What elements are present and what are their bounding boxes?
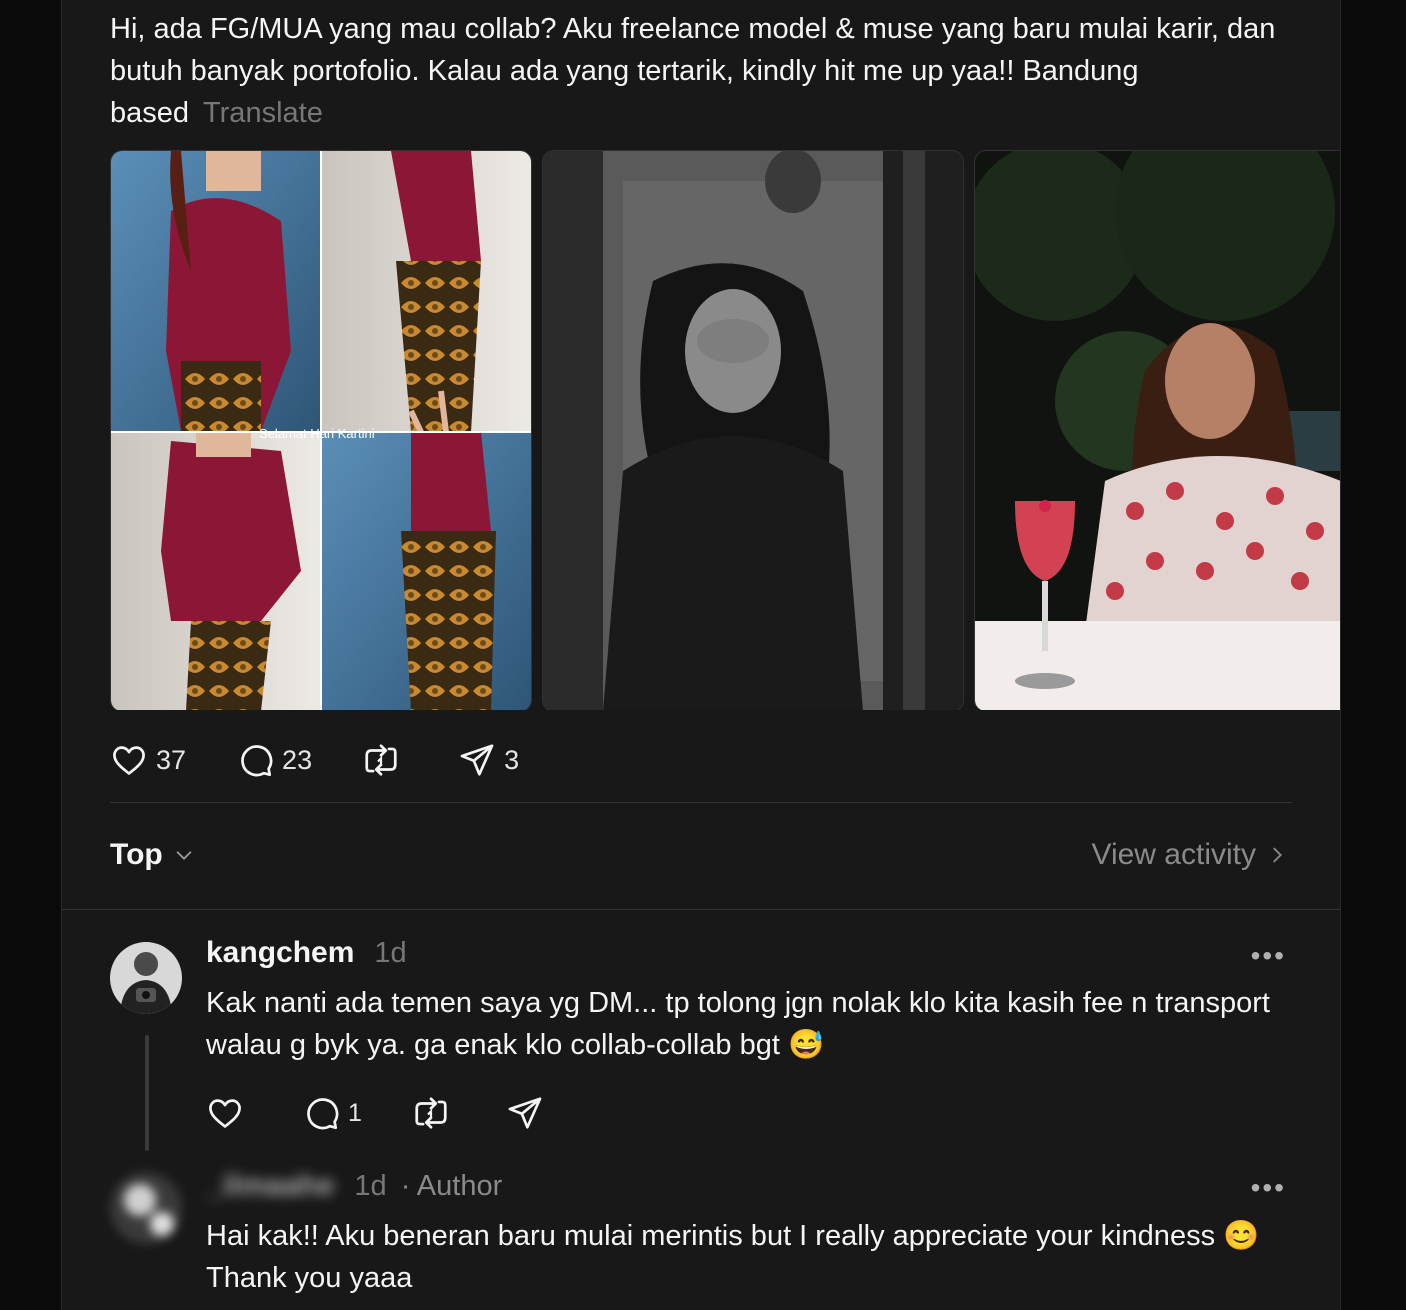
comment-reply-button[interactable]: 1 [302,1094,362,1132]
comment-header: _ilmaahe 1d · Author [206,1169,502,1203]
user-avatar-image [110,942,182,1014]
translate-link[interactable]: Translate [203,97,323,129]
heart-icon [113,746,145,775]
repost-icon [365,744,397,776]
view-activity-link[interactable]: View activity [1091,838,1288,872]
photo-caption: Selamat Hari Kartini [259,426,375,441]
divider [110,802,1292,803]
post-actions: 37 23 3 [110,738,519,782]
post-photo-3[interactable] [974,150,1340,710]
more-dots-icon[interactable]: ••• [1251,940,1286,972]
kebaya-collage-image: Selamat Hari Kartini [111,151,531,710]
sort-label: Top [110,838,163,871]
comment-username[interactable]: _ilmaahe [206,1169,334,1203]
comment-share-button[interactable] [506,1094,544,1132]
chevron-down-icon [176,851,192,860]
avatar[interactable] [110,1172,182,1244]
comment-time: 1d [374,937,407,969]
reply-count: 23 [282,744,313,775]
thread-panel: Hi, ada FG/MUA yang mau collab? Aku free… [61,0,1341,1310]
photo-gallery[interactable]: Selamat Hari Kartini [110,150,1340,710]
comment-reply-count: 1 [348,1098,362,1127]
post-photo-1[interactable]: Selamat Hari Kartini [110,150,532,710]
comment-time: 1d [354,1170,387,1202]
reply-button[interactable]: 23 [236,741,312,779]
sort-dropdown[interactable]: Top [110,838,195,872]
like-count: 37 [156,744,187,775]
chevron-right-icon [1273,847,1282,863]
share-count: 3 [504,744,520,775]
comment-text: Hai kak!! Aku beneran baru mulai merinti… [206,1220,1260,1294]
comment-like-button[interactable] [206,1094,244,1132]
send-icon [508,1097,542,1129]
comment-bubble-icon [307,1098,339,1130]
comment-bubble-icon [241,745,273,777]
post-photo-2[interactable] [542,150,964,710]
author-badge: · Author [400,1170,503,1202]
comment-header: kangchem 1d [206,936,407,970]
section-divider [62,909,1340,910]
view-activity-label: View activity [1091,838,1256,871]
repost-icon [415,1097,447,1129]
send-icon [460,744,494,776]
post-text: Hi, ada FG/MUA yang mau collab? Aku free… [110,8,1300,134]
comment-username[interactable]: kangchem [206,936,354,970]
comment-repost-button[interactable] [412,1094,450,1132]
user-avatar-image [110,1172,182,1244]
cafe-portrait-image [975,151,1340,710]
heart-icon [209,1099,241,1128]
thread-line [145,1035,149,1151]
more-dots-icon[interactable]: ••• [1251,1172,1286,1204]
grayscale-portrait-image [543,151,963,710]
comment-text: Kak nanti ada temen saya yg DM... tp tol… [206,987,1270,1061]
avatar[interactable] [110,942,182,1014]
repost-button[interactable] [362,741,400,779]
share-button[interactable]: 3 [458,741,519,779]
like-button[interactable]: 37 [110,741,186,779]
comment-actions: 1 [206,1094,544,1132]
